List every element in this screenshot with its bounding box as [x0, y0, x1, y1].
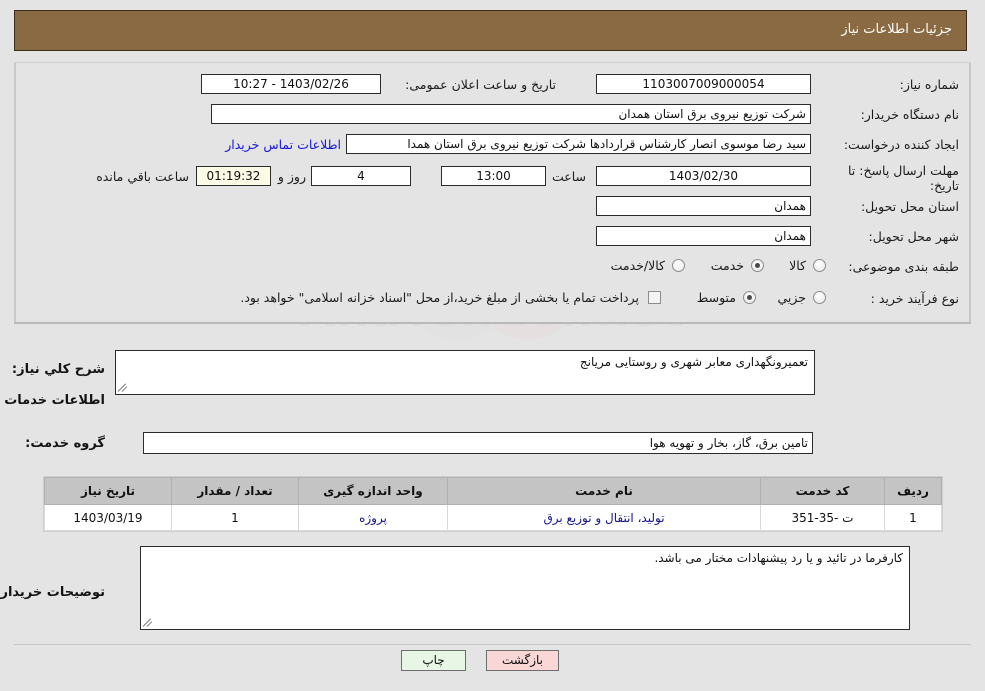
general-desc-label: شرح کلي نیاز:: [11, 362, 105, 377]
need-info-panel: شماره نیاز: 1103007009000054 تاریخ و ساع…: [14, 62, 971, 324]
table-col-unit: واحد اندازه گیری: [298, 477, 448, 505]
general-desc-value[interactable]: تعمیرونگهداری معابر شهری و روستایی مریان…: [115, 350, 815, 395]
deadline-hour-label: ساعت: [551, 169, 586, 184]
resize-grip-icon[interactable]: [117, 382, 129, 393]
category-option-label-0: کالا: [789, 258, 806, 273]
buyer-contact-link[interactable]: اطلاعات تماس خریدار: [225, 137, 341, 152]
general-desc-text: تعمیرونگهداری معابر شهری و روستایی مریان…: [579, 355, 808, 369]
cell-row-no: 1: [884, 504, 942, 531]
process-option-label-1: متوسط: [696, 290, 736, 305]
services-table-wrapper: ردیف کد خدمت نام خدمت واحد اندازه گیری ت…: [43, 476, 943, 532]
deadline-days-label: روز و: [277, 169, 306, 184]
cell-quantity: 1: [171, 504, 299, 531]
service-group-label: گروه خدمت:: [25, 436, 105, 451]
table-header-row: ردیف کد خدمت نام خدمت واحد اندازه گیری ت…: [44, 477, 942, 505]
process-radio-jozei[interactable]: [813, 291, 826, 304]
category-radio-khedmat[interactable]: [751, 259, 764, 272]
requester-value: سید رضا موسوی انصار کارشناس قراردادها شر…: [346, 134, 811, 154]
city-value: همدان: [596, 226, 811, 246]
deadline-label: مهلت ارسال پاسخ: تا تاریخ:: [848, 163, 959, 193]
table-col-row-no: ردیف: [884, 477, 942, 505]
category-label: طبقه بندی موضوعی:: [848, 259, 959, 274]
process-radio-motavaset[interactable]: [743, 291, 756, 304]
deadline-remaining-label: ساعت باقي مانده: [96, 169, 189, 184]
buyer-notes-text: کارفرما در تائید و یا رد پیشنهادات مختار…: [654, 551, 903, 565]
category-option-label-2: کالا/خدمت: [610, 258, 665, 273]
buyer-org-value: شرکت توزیع نیروی برق استان همدان: [211, 104, 811, 124]
deadline-date-value: 1403/02/30: [596, 166, 811, 186]
announce-datetime-value: 1403/02/26 - 10:27: [201, 74, 381, 94]
print-button[interactable]: چاپ: [401, 650, 466, 671]
table-row: 1 ت -35-351 تولید، انتقال و توزیع برق پر…: [44, 504, 942, 531]
cell-need-date: 1403/03/19: [44, 504, 172, 531]
table-col-quantity: تعداد / مقدار: [171, 477, 299, 505]
announce-datetime-label: تاریخ و ساعت اعلان عمومی:: [405, 77, 556, 92]
page-title: جزئیات اطلاعات نیاز: [841, 22, 952, 37]
cell-service-name: تولید، انتقال و توزیع برق: [447, 504, 761, 531]
table-col-need-date: تاریخ نیاز: [44, 477, 172, 505]
province-label: استان محل تحویل:: [860, 199, 959, 214]
buyer-notes-value[interactable]: کارفرما در تائید و یا رد پیشنهادات مختار…: [140, 546, 910, 630]
process-type-label: نوع فرآیند خرید :: [870, 291, 959, 306]
deadline-hour-value: 13:00: [441, 166, 546, 186]
page-header-bar: جزئیات اطلاعات نیاز: [14, 10, 967, 51]
requester-label: ایجاد کننده درخواست:: [843, 137, 959, 152]
services-info-title: اطلاعات خدمات مورد نیاز: [0, 393, 105, 408]
buyer-org-label: نام دستگاه خریدار:: [860, 107, 959, 122]
tender-details-page: جزئیات اطلاعات نیاز AnaTender.net شماره …: [0, 0, 985, 691]
cell-service-code: ت -35-351: [760, 504, 885, 531]
deadline-days-value: 4: [311, 166, 411, 186]
city-label: شهر محل تحویل:: [868, 229, 959, 244]
category-radio-kala-khedmat[interactable]: [672, 259, 685, 272]
treasury-documents-checkbox[interactable]: [648, 291, 661, 304]
cell-unit: پروژه: [298, 504, 448, 531]
province-value: همدان: [596, 196, 811, 216]
back-button[interactable]: بازگشت: [486, 650, 559, 671]
need-number-value: 1103007009000054: [596, 74, 811, 94]
category-radio-kala[interactable]: [813, 259, 826, 272]
buyer-notes-label: توضیحات خریدار:: [0, 585, 105, 600]
table-col-service-code: کد خدمت: [760, 477, 885, 505]
resize-grip-icon-notes[interactable]: [142, 617, 154, 628]
footer-divider: [14, 644, 971, 645]
need-number-label: شماره نیاز:: [899, 77, 959, 92]
table-col-service-name: نام خدمت: [447, 477, 761, 505]
process-option-label-0: جزیي: [777, 290, 806, 305]
treasury-documents-label: پرداخت تمام یا بخشی از مبلغ خرید،از محل …: [240, 290, 639, 305]
services-table: ردیف کد خدمت نام خدمت واحد اندازه گیری ت…: [44, 477, 942, 531]
category-option-label-1: خدمت: [710, 258, 744, 273]
deadline-countdown-timer: 01:19:32: [196, 166, 271, 186]
service-group-value: تامین برق، گاز، بخار و تهویه هوا: [143, 432, 813, 454]
